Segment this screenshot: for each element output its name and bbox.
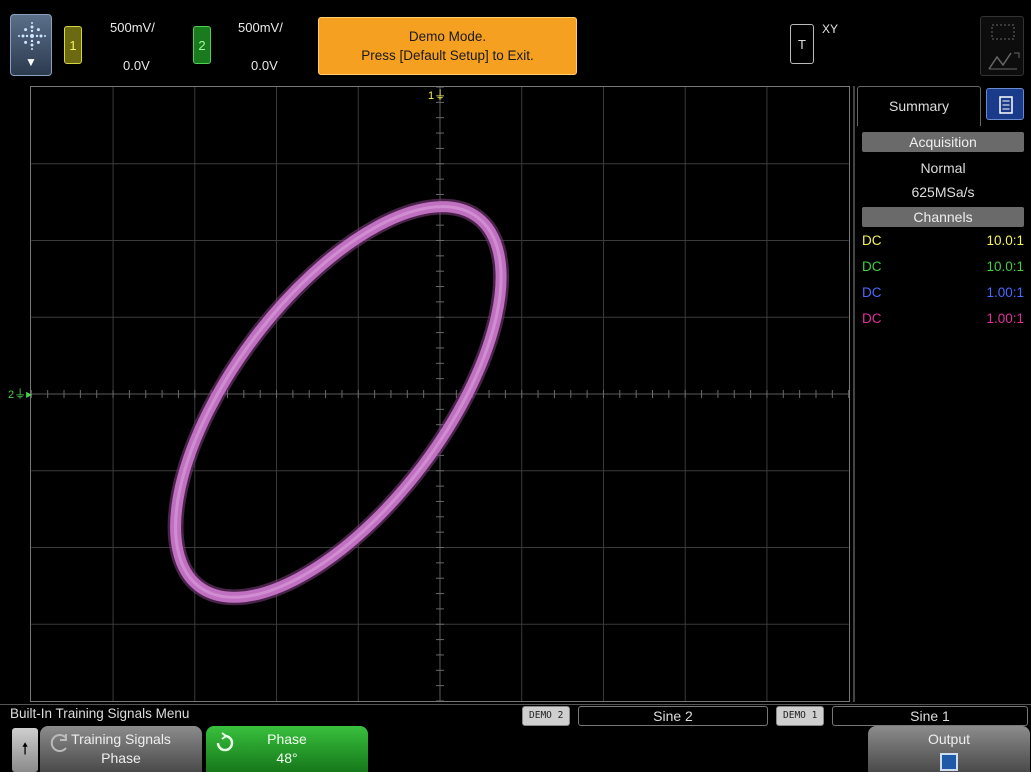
channel-coupling: DC [862, 233, 882, 248]
acquisition-header: Acquisition [862, 132, 1024, 152]
channel-probe: 10.0:1 [986, 233, 1024, 248]
zoom-select-button[interactable] [980, 16, 1024, 76]
main-menu-button[interactable]: ▼ [10, 14, 52, 76]
dropdown-caret-icon: ▼ [25, 55, 37, 69]
horizontal-mode-label: XY [822, 22, 839, 36]
menu-title: Built-In Training Signals Menu [10, 706, 190, 721]
channel-probe: 10.0:1 [986, 259, 1024, 274]
demo-mode-banner[interactable]: Demo Mode. Press [Default Setup] to Exit… [318, 17, 577, 75]
channel-row: DC 10.0:1 [862, 233, 1024, 255]
channel-coupling: DC [862, 259, 882, 274]
channel-row: DC 10.0:1 [862, 259, 1024, 281]
trigger-button[interactable]: T [790, 24, 814, 64]
demo2-signal: Sine 2 [578, 706, 768, 726]
demo2-tag: DEMO 2 [522, 706, 571, 726]
phase-softkey[interactable]: Phase 48° [206, 726, 368, 772]
channels-header: Channels [862, 207, 1024, 227]
tab-summary[interactable]: Summary [857, 86, 981, 126]
back-arrow-icon [50, 734, 67, 752]
demo-mode-line1: Demo Mode. [408, 29, 487, 44]
channel-2-offset: 0.0V [251, 58, 278, 73]
list-icon [999, 96, 1013, 114]
ground-arrow-icon: ⏚ [434, 88, 447, 102]
channel-probe: 1.00:1 [986, 285, 1024, 300]
softkey-line1: Output [927, 731, 971, 747]
keysight-logo-icon [18, 22, 46, 50]
training-signals-softkey[interactable]: Training Signals Phase [40, 726, 202, 772]
output-softkey[interactable]: Output [868, 726, 1030, 772]
demo-mode-line2: Press [Default Setup] to Exit. [361, 48, 534, 63]
demo1-signal: Sine 1 [832, 706, 1028, 726]
channel-row: DC 1.00:1 [862, 311, 1024, 333]
sample-rate: 625MSa/s [911, 184, 975, 200]
xy-trace [167, 198, 510, 606]
channel-coupling: DC [862, 285, 882, 300]
ground-arrow-icon: ⏚▸ [14, 387, 33, 401]
up-arrow-icon: 🠕 [21, 741, 29, 758]
channel-row: DC 1.00:1 [862, 285, 1024, 307]
channel-1-scale: 500mV/ [110, 20, 155, 35]
tab-details[interactable] [986, 88, 1024, 120]
waveform-graticule[interactable] [30, 86, 850, 702]
menu-up-button[interactable]: 🠕 [12, 728, 38, 772]
acquisition-mode: Normal [920, 160, 966, 176]
demo1-tag: DEMO 1 [776, 706, 825, 726]
zoom-select-icon [988, 24, 1020, 70]
output-checkbox[interactable] [940, 753, 958, 771]
channel-coupling: DC [862, 311, 882, 326]
channel-2-button[interactable]: 2 [193, 26, 211, 64]
channel-1-offset: 0.0V [123, 58, 150, 73]
channel-1-button[interactable]: 1 [64, 26, 82, 64]
channel-2-scale: 500mV/ [238, 20, 283, 35]
summary-panel [853, 86, 1031, 702]
channel-1-ground-marker[interactable]: 1⏚ [428, 86, 447, 108]
channel-probe: 1.00:1 [986, 311, 1024, 326]
rotate-knob-icon [216, 732, 234, 752]
channel-2-ground-marker[interactable]: 2⏚▸ [8, 385, 33, 407]
